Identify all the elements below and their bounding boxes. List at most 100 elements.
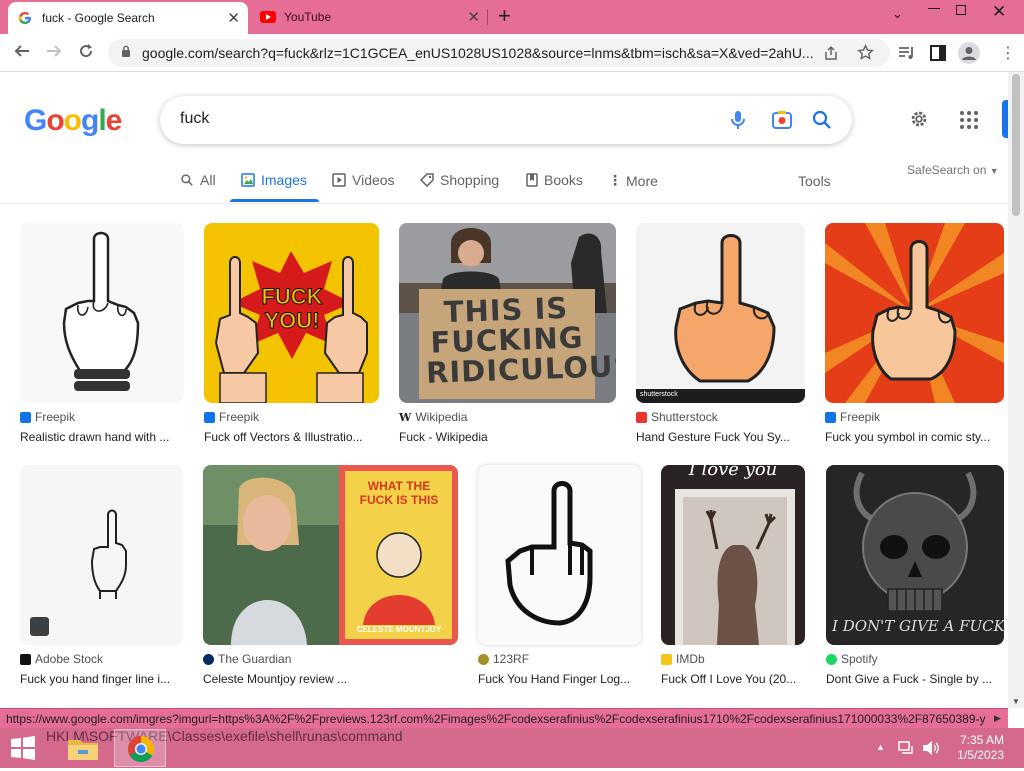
result-title[interactable]: Realistic drawn hand with ... (20, 430, 184, 444)
microphone-icon[interactable] (726, 108, 750, 132)
media-control-icon[interactable] (898, 45, 916, 61)
scrollbar-thumb[interactable] (1012, 74, 1020, 216)
settings-gear-icon[interactable] (908, 108, 930, 130)
minimize-button[interactable] (928, 8, 940, 9)
volume-icon[interactable] (922, 740, 940, 756)
result-source-name: Freepik (840, 410, 881, 424)
result-thumbnail[interactable] (20, 223, 184, 403)
spotify-favicon-icon (826, 653, 837, 665)
tab-search-chevron-icon[interactable]: ⌄ (892, 6, 903, 22)
tray-expand-icon[interactable]: ▲ (876, 742, 885, 752)
share-icon[interactable] (823, 45, 839, 61)
search-input[interactable]: fuck (180, 110, 209, 128)
thumb-caption: I love you (688, 465, 778, 480)
system-clock[interactable]: 7:35 AM 1/5/2023 (957, 733, 1004, 763)
new-tab-button[interactable]: + (498, 5, 511, 27)
tools-button[interactable]: Tools (798, 173, 831, 189)
result-source[interactable]: Freepik (204, 410, 259, 424)
side-panel-icon[interactable] (930, 45, 946, 61)
result-thumbnail[interactable]: THIS IS FUCKING RIDICULOUS (399, 223, 616, 403)
result-source[interactable]: 123RF (478, 652, 529, 666)
tab-google-search[interactable]: fuck - Google Search ✕ (8, 2, 248, 34)
nav-tab-label: More (626, 172, 658, 189)
result-source[interactable]: Freepik (20, 410, 75, 424)
result-source-name: Freepik (219, 410, 260, 424)
wikipedia-favicon-icon: W (399, 410, 412, 424)
scroll-down-arrow-icon[interactable]: ▼ (1012, 697, 1020, 706)
person-icon (962, 47, 976, 60)
chrome-icon (127, 735, 155, 763)
search-icon[interactable] (810, 108, 834, 132)
page-scrollbar[interactable]: ▼ (1008, 72, 1024, 708)
result-title[interactable]: Dont Give a Fuck - Single by ... (826, 672, 1004, 686)
camera-lens-icon[interactable] (770, 108, 794, 132)
nav-tab-shopping[interactable]: Shopping (420, 172, 499, 188)
result-title[interactable]: Fuck - Wikipedia (399, 430, 616, 444)
result-source[interactable]: Adobe Stock (20, 652, 103, 666)
tab-youtube[interactable]: YouTube ✕ (252, 0, 488, 34)
nav-tab-all[interactable]: All (180, 172, 216, 188)
google-logo[interactable]: Google (24, 104, 122, 138)
result-title[interactable]: Fuck you hand finger line i... (20, 672, 183, 686)
result-source[interactable]: Freepik (825, 410, 880, 424)
result-title[interactable]: Fuck off Vectors & Illustratio... (204, 430, 379, 444)
result-title[interactable]: Celeste Mountjoy review ... (203, 672, 458, 686)
browser-menu-icon[interactable]: ⋮ (1000, 43, 1016, 63)
address-bar[interactable]: google.com/search?q=fuck&rlz=1C1GCEA_enU… (108, 39, 890, 67)
network-icon[interactable] (898, 740, 914, 756)
result-thumbnail[interactable]: shutterstock (636, 223, 805, 403)
result-source[interactable]: IMDb (661, 652, 705, 666)
result-source[interactable]: The Guardian (203, 652, 291, 666)
result-source-name: Wikipedia (415, 410, 468, 424)
result-source-name: The Guardian (218, 652, 292, 666)
apps-grid-icon[interactable] (960, 111, 978, 129)
nav-tab-label: Books (544, 172, 583, 188)
nav-tab-label: Images (261, 172, 307, 188)
restore-button[interactable] (956, 5, 966, 15)
result-thumbnail[interactable] (478, 465, 641, 645)
back-arrow-icon (14, 45, 29, 57)
reload-button[interactable] (78, 43, 94, 62)
nav-tab-images[interactable]: Images (241, 172, 307, 188)
result-thumbnail[interactable] (825, 223, 1004, 403)
back-button[interactable] (14, 43, 30, 62)
result-thumbnail[interactable]: I DON'T GIVE A FUCK (826, 465, 1004, 645)
lock-icon[interactable] (121, 45, 131, 57)
close-tab-icon[interactable]: ✕ (467, 8, 480, 26)
guardian-favicon-icon (203, 653, 214, 665)
bookmark-star-icon[interactable] (857, 44, 874, 61)
result-source[interactable]: W Wikipedia (399, 410, 467, 424)
clock-time: 7:35 AM (959, 733, 1004, 747)
result-source[interactable]: Spotify (826, 652, 878, 666)
forward-button[interactable] (46, 43, 62, 62)
nav-tab-books[interactable]: Books (526, 172, 583, 188)
adobe-stock-favicon-icon (20, 653, 31, 665)
windows-start-icon[interactable] (10, 736, 36, 760)
nav-tab-more[interactable]: ⋮ More (608, 172, 658, 189)
result-thumbnail[interactable]: FUCK YOU! (204, 223, 379, 403)
close-tab-icon[interactable]: ✕ (227, 9, 240, 27)
result-title[interactable]: Hand Gesture Fuck You Sy... (636, 430, 805, 444)
chrome-taskbar-button[interactable] (114, 729, 166, 767)
status-link-url: https://www.google.com/imgres?imgurl=htt… (6, 712, 986, 726)
more-dots-icon: ⋮ (608, 172, 622, 188)
forward-arrow-icon (47, 45, 62, 57)
result-thumbnail[interactable]: WHAT THE FUCK IS THIS CELESTE MOUNTJOY (203, 465, 458, 645)
safesearch-toggle[interactable]: SafeSearch on ▼ (907, 163, 999, 177)
scroll-right-arrow-icon[interactable]: ▶ (994, 713, 1001, 724)
result-title[interactable]: Fuck you symbol in comic sty... (825, 430, 1004, 444)
file-explorer-taskbar-button[interactable] (60, 730, 106, 766)
search-box[interactable]: fuck (160, 96, 852, 144)
folder-icon (68, 740, 98, 760)
result-thumbnail[interactable] (20, 465, 183, 645)
nav-tab-videos[interactable]: Videos (332, 172, 395, 188)
result-thumbnail[interactable]: I love you (661, 465, 805, 645)
profile-avatar[interactable] (958, 42, 980, 64)
close-window-button[interactable]: ✕ (992, 2, 1006, 22)
result-source[interactable]: Shutterstock (636, 410, 718, 424)
windows-taskbar: HKLM\SOFTWARE\Classes\exefile\shell\runa… (0, 728, 1024, 768)
result-title[interactable]: Fuck Off I Love You (20... (661, 672, 805, 686)
result-title[interactable]: Fuck You Hand Finger Log... (478, 672, 641, 686)
123rf-favicon-icon (478, 653, 489, 665)
thumb-subcaption: CELESTE MOUNTJOY (356, 625, 442, 634)
